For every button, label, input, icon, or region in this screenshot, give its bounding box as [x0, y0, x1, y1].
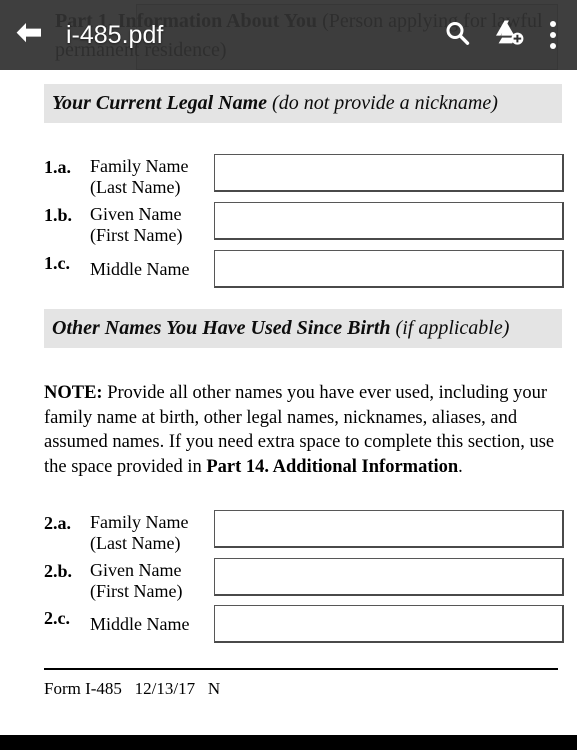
section-heading-strong: Other Names You Have Used Since Birth	[52, 317, 391, 339]
section-heading-current-legal-name: Your Current Legal Name (do not provide …	[44, 84, 562, 123]
row-label: Middle Name	[90, 605, 214, 635]
document-filename: i-485.pdf	[66, 21, 164, 49]
input-given-name-2b[interactable]	[214, 558, 564, 596]
row-number: 2.b.	[44, 561, 73, 581]
row-number: 1.a.	[44, 157, 71, 177]
form-row-2b: 2.b. Given Name (First Name)	[44, 558, 564, 602]
search-button[interactable]	[431, 0, 483, 70]
note-body-2: .	[458, 456, 463, 477]
section-heading-other-names: Other Names You Have Used Since Birth (i…	[44, 309, 562, 348]
add-to-drive-button[interactable]	[483, 0, 535, 70]
system-navigation-bar	[0, 735, 577, 750]
pdf-viewer-screen: Part 1. Information About You (Person ap…	[0, 0, 577, 750]
row-number: 2.a.	[44, 513, 71, 533]
row-label-line2: (Last Name)	[90, 177, 181, 197]
row-label-line1: Family Name	[90, 156, 189, 176]
form-row-1b: 1.b. Given Name (First Name)	[44, 202, 564, 246]
footer-divider	[44, 668, 558, 670]
section-heading-strong: Your Current Legal Name	[52, 92, 268, 114]
note-label: NOTE:	[44, 383, 103, 403]
input-family-name-1a[interactable]	[214, 154, 564, 192]
back-button[interactable]	[0, 0, 56, 70]
more-options-button[interactable]	[535, 0, 571, 70]
row-label-line1: Given Name	[90, 204, 182, 224]
row-label-line1: Given Name	[90, 560, 182, 580]
more-options-icon	[550, 21, 556, 49]
row-label: Family Name (Last Name)	[90, 154, 214, 198]
row-number: 1.c.	[44, 253, 70, 273]
back-arrow-icon	[13, 20, 43, 51]
row-label: Given Name (First Name)	[90, 202, 214, 246]
input-family-name-2a[interactable]	[214, 510, 564, 548]
row-label-line1: Middle Name	[90, 614, 190, 634]
form-row-1a: 1.a. Family Name (Last Name)	[44, 154, 564, 198]
row-label-line2: (Last Name)	[90, 533, 181, 553]
row-label-line2: (First Name)	[90, 225, 183, 245]
row-label-line1: Family Name	[90, 512, 189, 532]
note-paragraph: NOTE: Provide all other names you have e…	[44, 381, 560, 479]
section-heading-paren: (if applicable)	[390, 317, 510, 339]
form-footer-text: Form I-485 12/13/17 N	[44, 679, 221, 698]
row-label: Middle Name	[90, 250, 214, 280]
row-label: Given Name (First Name)	[90, 558, 214, 602]
row-label: Family Name (Last Name)	[90, 510, 214, 554]
row-number: 2.c.	[44, 608, 70, 628]
search-icon	[442, 18, 472, 53]
input-given-name-1b[interactable]	[214, 202, 564, 240]
row-label-line2: (First Name)	[90, 581, 183, 601]
row-number: 1.b.	[44, 205, 73, 225]
note-bold-reference: Part 14. Additional Information	[206, 456, 459, 477]
viewer-toolbar: i-485.pdf	[0, 0, 577, 70]
form-row-2a: 2.a. Family Name (Last Name)	[44, 510, 564, 554]
row-label-line1: Middle Name	[90, 259, 190, 279]
section-heading-paren: (do not provide a nickname)	[267, 92, 498, 114]
add-to-drive-icon	[493, 18, 525, 53]
form-row-2c: 2.c. Middle Name	[44, 605, 564, 643]
input-middle-name-1c[interactable]	[214, 250, 564, 288]
form-row-1c: 1.c. Middle Name	[44, 250, 564, 288]
pdf-document-page: Part 1. Information About You (Person ap…	[0, 0, 577, 735]
toolbar-actions	[431, 0, 577, 70]
input-middle-name-2c[interactable]	[214, 605, 564, 643]
